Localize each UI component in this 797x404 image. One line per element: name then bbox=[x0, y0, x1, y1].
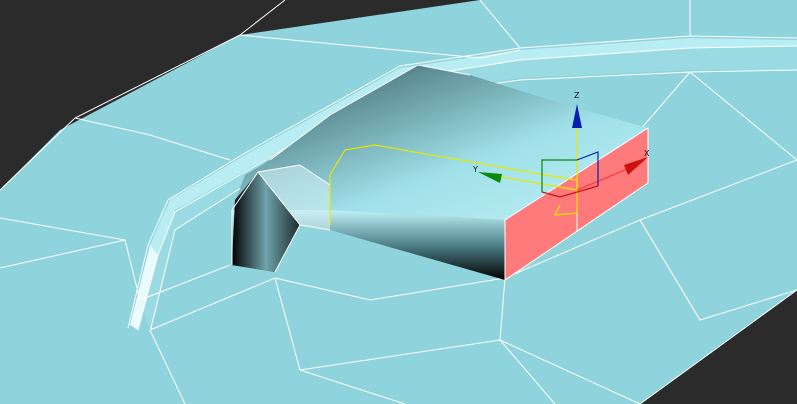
3d-viewport[interactable]: Z Y X bbox=[0, 0, 797, 404]
viewport-scene[interactable]: Z Y X bbox=[0, 0, 797, 404]
gizmo-x-label: X bbox=[644, 149, 650, 158]
gizmo-z-label: Z bbox=[574, 91, 580, 100]
gizmo-y-label: Y bbox=[472, 165, 478, 174]
